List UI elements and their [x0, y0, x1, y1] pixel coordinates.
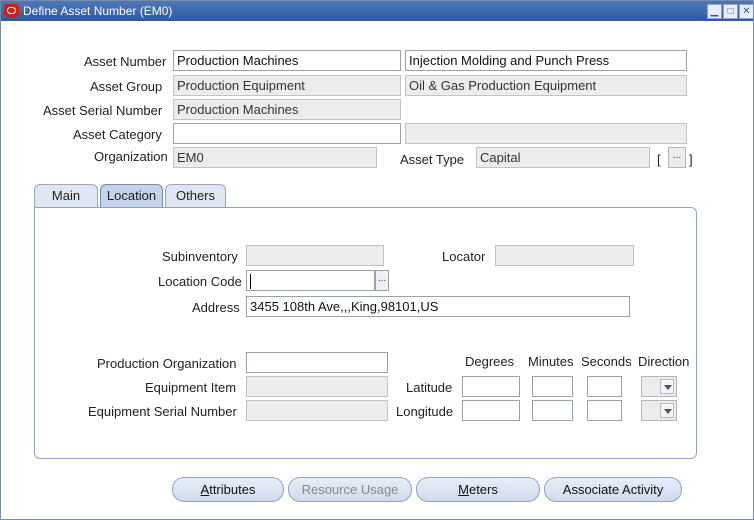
latitude-seconds-field[interactable] [587, 376, 622, 397]
asset-number-field[interactable]: Production Machines [173, 50, 401, 71]
equipment-serial-number-label: Equipment Serial Number [88, 404, 237, 419]
asset-category-field[interactable] [173, 123, 401, 144]
asset-type-lov-button[interactable]: ... [668, 147, 686, 168]
tab-main[interactable]: Main [34, 184, 98, 207]
asset-category-label: Asset Category [73, 127, 162, 142]
latitude-label: Latitude [406, 380, 453, 395]
longitude-minutes-field[interactable] [532, 400, 573, 421]
production-organization-field[interactable] [246, 352, 388, 373]
longitude-degrees-field[interactable] [462, 400, 520, 421]
equipment-item-label: Equipment Item [145, 380, 237, 395]
title-bar: Define Asset Number (EM0) ▁ □ ✕ [1, 1, 753, 21]
text-cursor [250, 274, 251, 290]
location-code-field[interactable] [246, 270, 375, 291]
address-field[interactable]: 3455 108th Ave,,,King,98101,US [246, 296, 630, 317]
subinventory-field[interactable] [246, 245, 384, 266]
window-title: Define Asset Number (EM0) [23, 4, 173, 18]
maximize-icon[interactable]: □ [723, 4, 738, 19]
equipment-serial-number-field[interactable] [246, 400, 388, 421]
meters-button[interactable]: Meters [416, 477, 540, 502]
chevron-down-icon [660, 403, 674, 418]
address-label: Address [192, 300, 240, 315]
location-code-lov-button[interactable]: ... [375, 270, 389, 291]
location-code-label: Location Code [158, 274, 242, 289]
longitude-direction-select[interactable] [641, 400, 677, 421]
close-icon[interactable]: ✕ [739, 4, 753, 19]
locator-field[interactable] [495, 245, 634, 266]
degrees-header: Degrees [465, 354, 515, 369]
bracket-close: ] [689, 152, 693, 167]
organization-field: EM0 [173, 147, 377, 168]
direction-header: Direction [638, 354, 690, 369]
organization-label: Organization [94, 149, 168, 164]
asset-group-label: Asset Group [90, 79, 163, 94]
asset-serial-number-label: Asset Serial Number [43, 103, 163, 118]
production-organization-label: Production Organization [97, 356, 237, 371]
subinventory-label: Subinventory [162, 249, 238, 264]
latitude-minutes-field[interactable] [532, 376, 573, 397]
asset-group-description-field: Oil & Gas Production Equipment [405, 75, 687, 96]
minutes-header: Minutes [528, 354, 574, 369]
tab-others[interactable]: Others [165, 184, 226, 207]
asset-number-window: Define Asset Number (EM0) ▁ □ ✕ Asset Nu… [0, 0, 754, 520]
latitude-direction-select[interactable] [641, 376, 677, 397]
asset-type-field[interactable]: Capital [476, 147, 650, 168]
attributes-button[interactable]: Attributes [172, 477, 284, 502]
longitude-seconds-field[interactable] [587, 400, 622, 421]
asset-serial-number-field[interactable]: Production Machines [173, 99, 401, 120]
asset-category-description-field [405, 123, 687, 144]
locator-label: Locator [442, 249, 486, 264]
bracket-open: [ [657, 152, 661, 167]
asset-number-label: Asset Number [84, 54, 167, 69]
tab-location[interactable]: Location [100, 184, 163, 208]
asset-group-field[interactable]: Production Equipment [173, 75, 401, 96]
asset-description-field[interactable]: Injection Molding and Punch Press [405, 50, 687, 71]
seconds-header: Seconds [581, 354, 632, 369]
longitude-label: Longitude [396, 404, 454, 419]
latitude-degrees-field[interactable] [462, 376, 520, 397]
associate-activity-button[interactable]: Associate Activity [544, 477, 682, 502]
asset-type-label: Asset Type [400, 152, 465, 167]
chevron-down-icon [660, 379, 674, 394]
oracle-app-icon [4, 4, 19, 17]
equipment-item-field[interactable] [246, 376, 388, 397]
minimize-icon[interactable]: ▁ [707, 4, 722, 19]
resource-usage-button[interactable]: Resource Usage [288, 477, 412, 502]
